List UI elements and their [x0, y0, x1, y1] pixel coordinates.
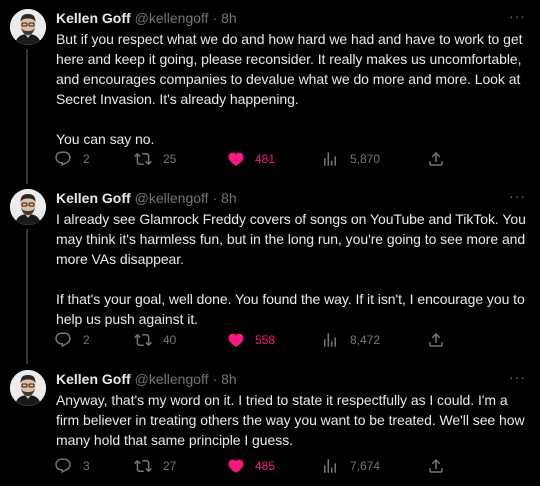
like-button[interactable]: 485 — [227, 456, 275, 476]
like-button[interactable]: 558 — [227, 330, 275, 350]
more-icon[interactable]: ··· — [509, 9, 526, 23]
views-button[interactable]: 7,674 — [321, 456, 380, 476]
reply-count: 2 — [83, 152, 90, 166]
heart-icon — [227, 457, 245, 475]
retweet-button[interactable]: 40 — [134, 330, 176, 350]
like-button[interactable]: 481 — [227, 149, 275, 169]
retweet-count: 40 — [163, 333, 177, 347]
tweet[interactable]: Kellen Goff @kellengoff · 8h ··· But if … — [0, 9, 540, 184]
timestamp[interactable]: · 8h — [213, 370, 237, 388]
share-button[interactable] — [427, 456, 456, 476]
retweet-icon — [134, 457, 152, 475]
share-icon — [427, 457, 445, 475]
retweet-icon — [134, 150, 152, 168]
like-count: 485 — [255, 459, 276, 473]
retweet-count: 25 — [163, 152, 177, 166]
heart-icon — [227, 331, 245, 349]
more-icon[interactable]: ··· — [509, 189, 526, 203]
author-name[interactable]: Kellen Goff — [56, 189, 131, 207]
tweet-header: Kellen Goff @kellengoff · 8h — [56, 370, 526, 388]
reply-button[interactable]: 2 — [54, 330, 90, 350]
share-icon — [427, 150, 445, 168]
heart-icon — [227, 150, 245, 168]
view-count: 8,472 — [350, 333, 381, 347]
tweet-thread: Kellen Goff @kellengoff · 8h ··· But if … — [0, 0, 540, 486]
views-icon — [321, 150, 339, 168]
reply-button[interactable]: 2 — [54, 149, 90, 169]
tweet-text: But if you respect what we do and how ha… — [56, 31, 523, 147]
tweet-header: Kellen Goff @kellengoff · 8h — [56, 189, 526, 207]
reply-icon — [54, 457, 72, 475]
view-count: 7,674 — [350, 459, 381, 473]
timestamp[interactable]: · 8h — [213, 189, 237, 207]
timestamp[interactable]: · 8h — [213, 9, 237, 27]
views-button[interactable]: 8,472 — [321, 330, 380, 350]
author-handle[interactable]: @kellengoff — [135, 370, 209, 388]
author-handle[interactable]: @kellengoff — [135, 189, 209, 207]
tweet-actions: 3 27 485 7,674 — [0, 456, 540, 476]
tweet-actions: 2 40 558 8,472 — [0, 330, 540, 350]
like-count: 558 — [255, 333, 276, 347]
view-count: 5,870 — [350, 152, 381, 166]
reply-icon — [54, 331, 72, 349]
share-icon — [427, 331, 445, 349]
retweet-button[interactable]: 25 — [134, 149, 176, 169]
author-name[interactable]: Kellen Goff — [56, 370, 131, 388]
share-button[interactable] — [427, 330, 456, 350]
views-icon — [321, 331, 339, 349]
author-handle[interactable]: @kellengoff — [135, 9, 209, 27]
reply-count: 2 — [83, 333, 90, 347]
retweet-button[interactable]: 27 — [134, 456, 176, 476]
tweet-actions: 2 25 481 5,870 — [0, 149, 540, 169]
avatar[interactable] — [10, 189, 46, 225]
tweet[interactable]: Kellen Goff @kellengoff · 8h ··· Anyway,… — [0, 370, 540, 480]
retweet-count: 27 — [163, 459, 177, 473]
more-icon[interactable]: ··· — [509, 370, 526, 384]
reply-count: 3 — [83, 459, 90, 473]
reply-button[interactable]: 3 — [54, 456, 90, 476]
tweet[interactable]: Kellen Goff @kellengoff · 8h ··· I alrea… — [0, 189, 540, 364]
like-count: 481 — [255, 152, 276, 166]
avatar[interactable] — [10, 9, 46, 45]
tweet-text: I already see Glamrock Freddy covers of … — [56, 211, 526, 327]
avatar[interactable] — [10, 370, 46, 406]
tweet-header: Kellen Goff @kellengoff · 8h — [56, 9, 526, 27]
views-button[interactable]: 5,870 — [321, 149, 380, 169]
tweet-text: Anyway, that's my word on it. I tried to… — [56, 392, 529, 448]
reply-icon — [54, 150, 72, 168]
views-icon — [321, 457, 339, 475]
author-name[interactable]: Kellen Goff — [56, 9, 131, 27]
share-button[interactable] — [427, 149, 456, 169]
retweet-icon — [134, 331, 152, 349]
